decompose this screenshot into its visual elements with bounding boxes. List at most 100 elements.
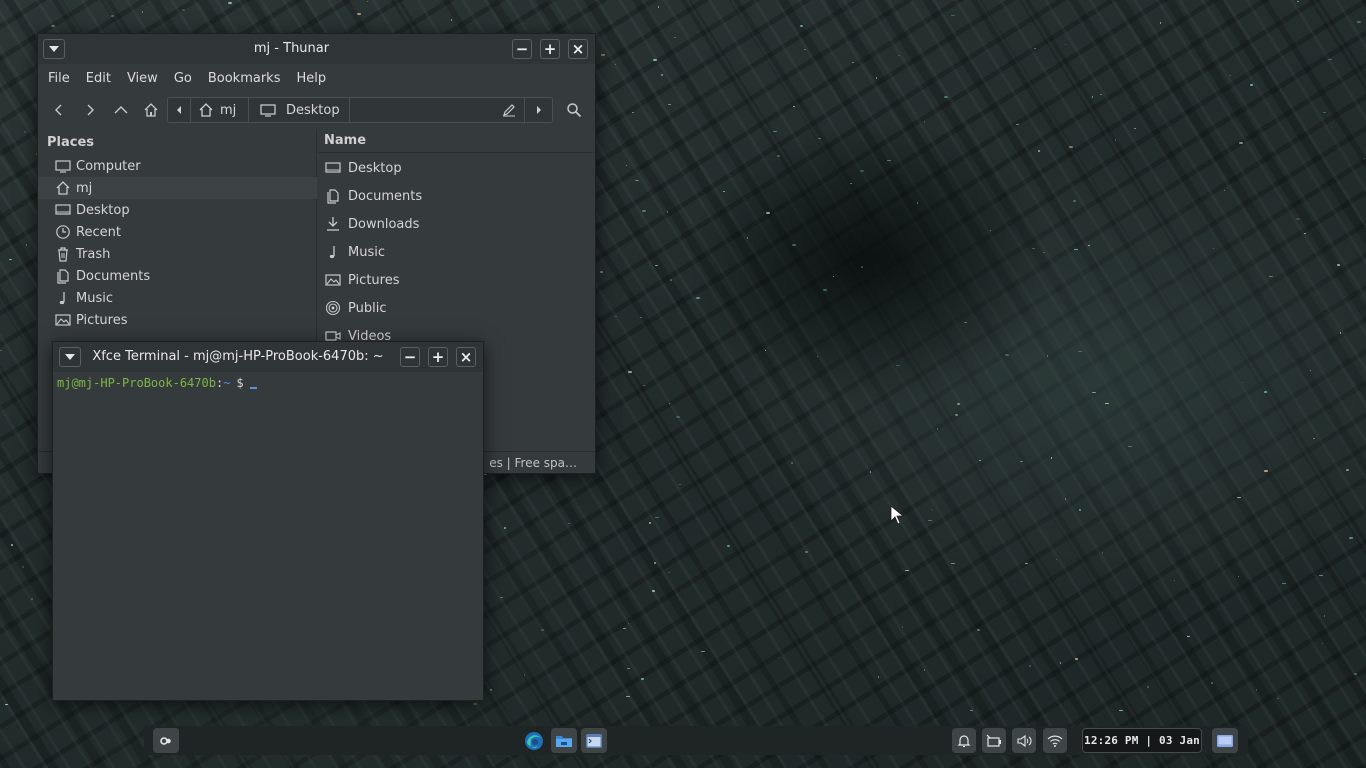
menu-bookmarks[interactable]: Bookmarks	[208, 71, 281, 86]
text-cursor	[249, 387, 257, 389]
wallpaper-light	[1242, 382, 1243, 383]
menu-view[interactable]: View	[127, 71, 158, 86]
sidebar-item-trash[interactable]: Trash	[38, 243, 317, 265]
path-scroll-right-button[interactable]	[525, 98, 553, 122]
search-icon[interactable]	[563, 99, 585, 121]
back-icon[interactable]	[48, 99, 70, 121]
apps-launcher-button[interactable]	[153, 728, 179, 753]
column-header-name[interactable]: Name	[318, 129, 595, 153]
sidebar-item-pictures[interactable]: Pictures	[38, 309, 317, 331]
close-button[interactable]: ×	[568, 39, 588, 59]
wallpaper-light	[931, 509, 932, 510]
file-item-desktop[interactable]: Desktop	[318, 154, 595, 182]
sidebar-item-music[interactable]: Music	[38, 287, 317, 309]
wallpaper-light	[937, 428, 938, 430]
up-icon[interactable]	[110, 99, 132, 121]
menu-file[interactable]: File	[48, 71, 70, 86]
maximize-button[interactable]: +	[428, 347, 448, 367]
wallpaper-light	[924, 669, 925, 671]
sidebar-item-home[interactable]: mj	[38, 177, 317, 199]
desktop-icon	[260, 104, 276, 117]
edit-location-button[interactable]	[498, 98, 520, 122]
sidebar-item-documents[interactable]: Documents	[38, 265, 317, 287]
thunar-titlebar[interactable]: mj - Thunar − + ×	[38, 34, 595, 64]
sidebar-item-label: Recent	[76, 224, 121, 240]
documents-icon	[57, 269, 69, 284]
wallpaper-light	[676, 416, 680, 418]
prompt-directory: ~	[223, 376, 231, 390]
wallpaper-light	[615, 316, 617, 317]
menu-help[interactable]: Help	[296, 71, 326, 86]
file-item-public[interactable]: Public	[318, 294, 595, 322]
path-scroll-left-button[interactable]	[168, 98, 190, 122]
wallpaper-light	[1038, 150, 1040, 152]
wallpaper-light	[804, 49, 806, 50]
wallpaper-light	[1174, 580, 1175, 581]
terminal-icon	[586, 733, 602, 748]
prompt-symbol: $	[236, 376, 244, 390]
wallpaper-light	[1105, 403, 1109, 404]
wallpaper-light	[928, 520, 932, 521]
minimize-button[interactable]: −	[512, 39, 532, 59]
wallpaper-light	[852, 62, 854, 63]
wallpaper-light	[861, 266, 863, 268]
wallpaper-light	[902, 626, 903, 628]
clock[interactable]: 12:26 PM | 03 Jan	[1082, 728, 1202, 753]
wallpaper-light	[1128, 446, 1132, 447]
sidebar-item-label: Pictures	[76, 312, 128, 328]
wallpaper-light	[970, 710, 973, 711]
wallpaper-light	[1296, 218, 1300, 220]
wallpaper-light	[1328, 59, 1332, 60]
forward-icon[interactable]	[79, 99, 101, 121]
wallpaper-light	[1282, 583, 1286, 584]
file-manager-launcher[interactable]	[551, 728, 577, 753]
sidebar-item-computer[interactable]: Computer	[38, 155, 317, 177]
wallpaper-light	[1297, 1, 1299, 2]
show-desktop-button[interactable]	[1212, 728, 1238, 753]
sidebar-item-desktop[interactable]: Desktop	[38, 199, 317, 221]
menubar: File Edit View Go Bookmarks Help	[38, 64, 595, 92]
wallpaper-light	[1079, 509, 1081, 511]
wallpaper-light	[833, 276, 834, 277]
wallpaper-light	[1319, 575, 1323, 576]
wallpaper-light	[182, 9, 185, 11]
maximize-button[interactable]: +	[540, 39, 560, 59]
home-icon[interactable]	[140, 99, 162, 121]
browser-launcher[interactable]	[521, 728, 547, 753]
desktop-icon	[55, 204, 71, 215]
file-item-documents[interactable]: Documents	[318, 182, 595, 210]
wallpaper-light	[1069, 146, 1073, 148]
terminal-window[interactable]: Xfce Terminal - mj@mj-HP-ProBook-6470b: …	[52, 341, 484, 701]
minimize-button[interactable]: −	[400, 347, 420, 367]
file-item-downloads[interactable]: Downloads	[318, 210, 595, 238]
menu-go[interactable]: Go	[174, 71, 192, 86]
menu-edit[interactable]: Edit	[86, 71, 111, 86]
close-button[interactable]: ×	[456, 347, 476, 367]
terminal-titlebar[interactable]: Xfce Terminal - mj@mj-HP-ProBook-6470b: …	[53, 342, 483, 372]
location-bar[interactable]: mj Desktop	[167, 97, 553, 123]
notifications-button[interactable]	[952, 728, 976, 753]
notification-bell-icon	[957, 734, 971, 747]
sidebar-item-recent[interactable]: Recent	[38, 221, 317, 243]
file-item-music[interactable]: Music	[318, 238, 595, 266]
wallpaper-light	[924, 121, 925, 123]
wallpaper-light	[1078, 351, 1082, 352]
power-button[interactable]	[982, 728, 1006, 753]
path-button-home[interactable]: mj	[198, 98, 236, 122]
window-menu-button[interactable]	[59, 347, 81, 367]
wallpaper-light	[658, 6, 659, 8]
file-name: Downloads	[348, 216, 420, 232]
toolbar: mj Desktop	[38, 96, 595, 124]
network-button[interactable]	[1043, 728, 1067, 753]
wallpaper-light	[957, 403, 960, 405]
documents-icon	[327, 189, 339, 204]
terminal-output[interactable]: mj@mj-HP-ProBook-6470b:~ $	[53, 372, 483, 700]
wallpaper-light	[357, 13, 361, 15]
file-item-pictures[interactable]: Pictures	[318, 266, 595, 294]
wallpaper-light	[1092, 392, 1096, 393]
file-name: Pictures	[348, 272, 400, 288]
path-button-desktop[interactable]: Desktop	[260, 98, 340, 122]
terminal-launcher[interactable]	[581, 728, 607, 753]
window-menu-button[interactable]	[43, 39, 65, 59]
volume-button[interactable]	[1012, 728, 1036, 753]
